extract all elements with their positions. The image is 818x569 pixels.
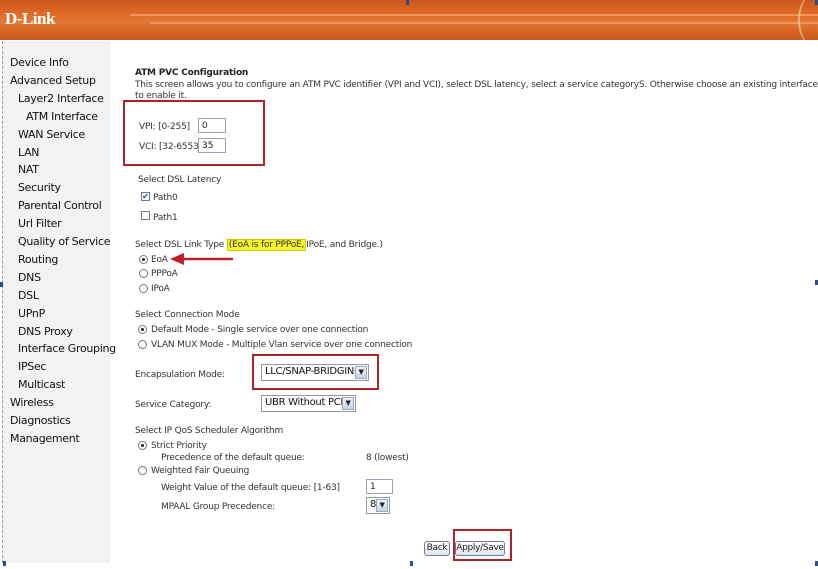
annotation-arrow-icon xyxy=(170,253,233,265)
path1-checkbox[interactable] xyxy=(141,211,150,220)
precedence-label: Precedence of the default queue: xyxy=(161,453,305,463)
strict-priority-label: Strict Priority xyxy=(151,441,207,451)
banner-curve xyxy=(798,0,818,40)
ipoa-radio[interactable] xyxy=(139,284,148,293)
sidebar-item-layer2-interface[interactable]: Layer2 Interface xyxy=(18,92,104,105)
sidebar-item-atm-interface[interactable]: ATM Interface xyxy=(26,110,98,123)
encapsulation-label: Encapsulation Mode: xyxy=(135,370,225,380)
default-mode-radio[interactable] xyxy=(138,325,147,334)
weight-label: Weight Value of the default queue: [1-63… xyxy=(161,483,340,493)
pppoa-radio[interactable] xyxy=(139,269,148,278)
mpaal-select[interactable]: 8 ▼ xyxy=(366,497,390,514)
page-title: ATM PVC Configuration xyxy=(135,68,249,78)
sidebar-item-ipsec[interactable]: IPSec xyxy=(18,360,46,373)
link-type-note-rest: IPoE, and Bridge.) xyxy=(306,240,383,250)
dlink-logo: D-Link xyxy=(5,9,55,28)
wfq-radio[interactable] xyxy=(138,466,147,475)
vci-input[interactable] xyxy=(198,138,226,153)
encapsulation-value: LLC/SNAP-BRIDGING xyxy=(265,366,362,377)
sidebar-item-dns-proxy[interactable]: DNS Proxy xyxy=(18,325,73,338)
back-button[interactable]: Back xyxy=(424,541,450,556)
sidebar-item-diagnostics[interactable]: Diagnostics xyxy=(10,414,71,427)
vpi-input[interactable] xyxy=(198,118,226,133)
sidebar-item-security[interactable]: Security xyxy=(18,181,61,194)
path1-label: Path1 xyxy=(153,213,178,223)
sidebar-item-dsl[interactable]: DSL xyxy=(18,289,39,302)
sidebar-item-parental-control[interactable]: Parental Control xyxy=(18,199,102,212)
sidebar-item-advanced-setup[interactable]: Advanced Setup xyxy=(10,74,96,87)
link-type-heading-text: Select DSL Link Type xyxy=(135,240,225,250)
header-banner: D-Link xyxy=(0,0,818,40)
sidebar-item-device-info[interactable]: Device Info xyxy=(10,56,69,69)
mpaal-label: MPAAL Group Precedence: xyxy=(161,502,275,512)
vpi-label: VPI: [0-255] xyxy=(139,122,190,132)
chevron-down-icon: ▼ xyxy=(342,397,354,410)
sidebar-item-lan[interactable]: LAN xyxy=(18,146,40,159)
wfq-label: Weighted Fair Queuing xyxy=(151,466,250,476)
connection-mode-heading: Select Connection Mode xyxy=(135,310,240,320)
precedence-value: 8 (lowest) xyxy=(366,453,409,463)
eoa-label: EoA xyxy=(151,255,168,265)
service-category-select[interactable]: UBR Without PCR ▼ xyxy=(261,395,356,412)
sidebar-item-nat[interactable]: NAT xyxy=(18,163,39,176)
path0-label: Path0 xyxy=(153,193,178,203)
service-category-value: UBR Without PCR xyxy=(265,397,348,408)
sidebar-item-wan-service[interactable]: WAN Service xyxy=(18,128,85,141)
latency-heading: Select DSL Latency xyxy=(138,175,222,185)
sidebar-item-multicast[interactable]: Multicast xyxy=(18,378,65,391)
sidebar-item-wireless[interactable]: Wireless xyxy=(10,396,54,409)
qos-heading: Select IP QoS Scheduler Algorithm xyxy=(135,426,284,436)
weight-input[interactable] xyxy=(366,479,393,494)
sidebar-item-quality-of-service[interactable]: Quality of Service xyxy=(18,235,110,248)
main-content: ATM PVC Configuration This screen allows… xyxy=(110,41,818,563)
eoa-radio[interactable] xyxy=(139,255,148,264)
vlan-mux-radio[interactable] xyxy=(138,340,147,349)
strict-priority-radio[interactable] xyxy=(138,441,147,450)
link-type-note-highlight: (EoA is for PPPoE, xyxy=(226,239,307,251)
service-category-label: Service Category: xyxy=(135,400,212,410)
banner-stripe xyxy=(130,14,818,16)
path0-checkbox[interactable]: ✔ xyxy=(141,192,150,201)
annotation-box-apply xyxy=(453,529,512,561)
selection-handle xyxy=(410,561,413,566)
chevron-down-icon: ▼ xyxy=(376,499,388,512)
banner-stripe xyxy=(150,22,818,24)
default-mode-label: Default Mode - Single service over one c… xyxy=(151,325,369,335)
sidebar-item-management[interactable]: Management xyxy=(10,432,80,445)
pppoa-label: PPPoA xyxy=(151,269,178,279)
encapsulation-select[interactable]: LLC/SNAP-BRIDGING ▼ xyxy=(261,364,369,381)
ipoa-label: IPoA xyxy=(151,284,170,294)
selection-handle xyxy=(0,282,3,287)
vlan-mux-label: VLAN MUX Mode - Multiple Vlan service ov… xyxy=(151,340,413,350)
page-description: This screen allows you to configure an A… xyxy=(135,80,818,90)
chevron-down-icon: ▼ xyxy=(355,366,367,379)
sidebar-item-interface-grouping[interactable]: Interface Grouping xyxy=(18,342,116,355)
sidebar-item-dns[interactable]: DNS xyxy=(18,271,41,284)
annotation-box-vpi-vci xyxy=(123,100,265,166)
sidebar-item-routing[interactable]: Routing xyxy=(18,253,58,266)
sidebar-item-url-filter[interactable]: Url Filter xyxy=(18,217,62,230)
sidebar-item-upnp[interactable]: UPnP xyxy=(18,307,45,320)
selection-handle xyxy=(3,561,6,566)
selection-handle xyxy=(406,0,409,5)
link-type-heading: Select DSL Link Type (EoA is for PPPoE, I… xyxy=(135,239,383,251)
